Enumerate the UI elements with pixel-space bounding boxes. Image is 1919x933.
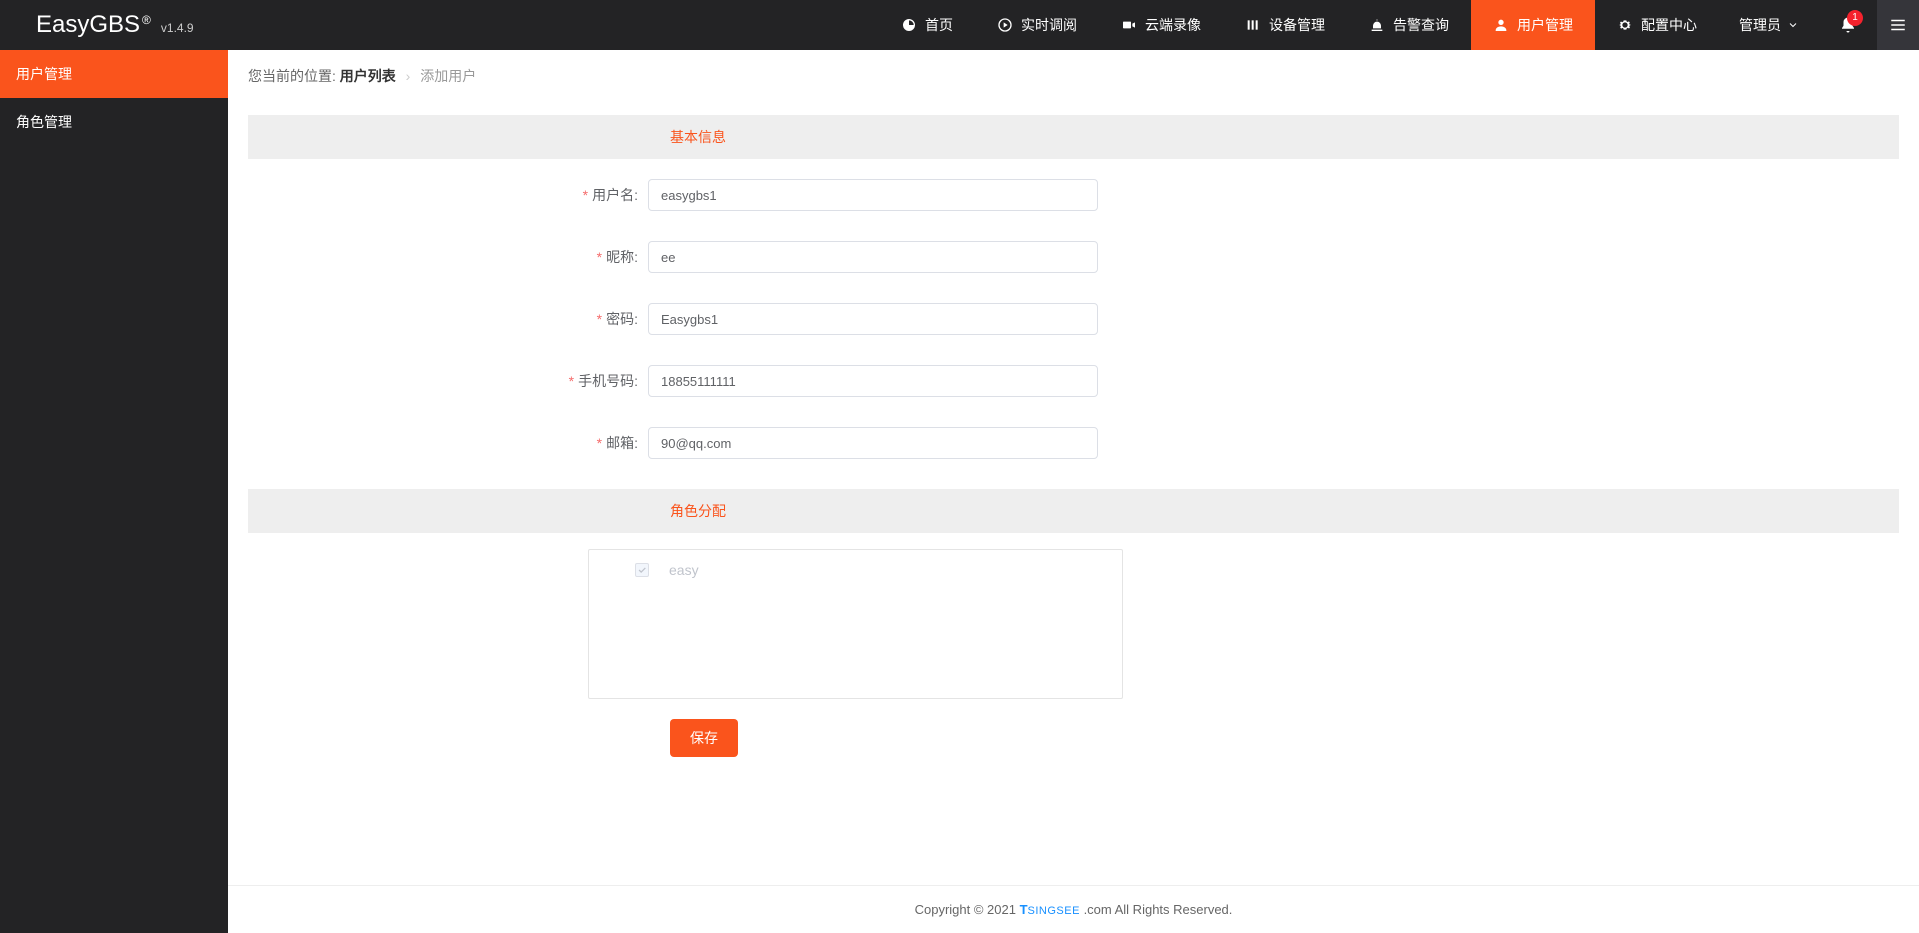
footer-copyright: Copyright © 2021 bbox=[915, 902, 1020, 917]
nav-label: 设备管理 bbox=[1269, 15, 1325, 35]
breadcrumb-link[interactable]: 用户列表 bbox=[340, 68, 396, 84]
input-nickname[interactable] bbox=[648, 241, 1098, 273]
nav-label: 告警查询 bbox=[1393, 15, 1449, 35]
nav-label: 首页 bbox=[925, 15, 953, 35]
brand-registered: ® bbox=[142, 13, 151, 27]
main: 您当前的位置: 用户列表 › 添加用户 基本信息 *用户名: *昵称: bbox=[228, 50, 1919, 933]
role-checkbox[interactable] bbox=[635, 563, 649, 577]
nav-cloud-record[interactable]: 云端录像 bbox=[1099, 0, 1223, 50]
breadcrumb-prefix: 您当前的位置: bbox=[248, 68, 336, 84]
breadcrumb-current: 添加用户 bbox=[420, 68, 476, 84]
nav-label: 实时调阅 bbox=[1021, 15, 1077, 35]
nav-home[interactable]: 首页 bbox=[879, 0, 975, 50]
section-role-head: 角色分配 bbox=[248, 489, 1899, 533]
row-email: *邮箱: bbox=[248, 427, 1899, 459]
hamburger-menu[interactable] bbox=[1877, 0, 1919, 50]
section-basic-title: 基本信息 bbox=[670, 127, 1899, 147]
breadcrumb: 您当前的位置: 用户列表 › 添加用户 bbox=[228, 50, 1919, 103]
input-email[interactable] bbox=[648, 427, 1098, 459]
brand-version: v1.4.9 bbox=[161, 21, 194, 35]
label-phone: *手机号码: bbox=[248, 371, 648, 391]
footer-brand-link[interactable]: TSINGSEE bbox=[1020, 902, 1080, 917]
header-right: 管理员 1 bbox=[1719, 0, 1919, 50]
row-password: *密码: bbox=[248, 303, 1899, 335]
top-header: EasyGBS ® v1.4.9 首页 实时调阅 云端录像 设备管理 bbox=[0, 0, 1919, 50]
input-username[interactable] bbox=[648, 179, 1098, 211]
sidebar-item-role-mgmt[interactable]: 角色管理 bbox=[0, 98, 228, 146]
footer: Copyright © 2021 TSINGSEE .com All Right… bbox=[228, 885, 1919, 933]
footer-suffix: .com All Rights Reserved. bbox=[1084, 902, 1233, 917]
role-row: easy bbox=[605, 562, 1106, 578]
top-nav: 首页 实时调阅 云端录像 设备管理 告警查询 bbox=[879, 0, 1719, 50]
nav-realtime[interactable]: 实时调阅 bbox=[975, 0, 1099, 50]
nav-config[interactable]: 配置中心 bbox=[1595, 0, 1719, 50]
label-password: *密码: bbox=[248, 309, 648, 329]
label-username: *用户名: bbox=[248, 185, 648, 205]
bars-icon bbox=[1245, 17, 1261, 33]
label-email: *邮箱: bbox=[248, 433, 648, 453]
label-nickname: *昵称: bbox=[248, 247, 648, 267]
nav-alarm[interactable]: 告警查询 bbox=[1347, 0, 1471, 50]
input-phone[interactable] bbox=[648, 365, 1098, 397]
section-basic-head: 基本信息 bbox=[248, 115, 1899, 159]
row-phone: *手机号码: bbox=[248, 365, 1899, 397]
video-icon bbox=[1121, 17, 1137, 33]
admin-label: 管理员 bbox=[1739, 15, 1781, 35]
dashboard-icon bbox=[901, 17, 917, 33]
form-panel: 基本信息 *用户名: *昵称: *密码: *手机号码: bbox=[248, 115, 1899, 757]
nav-device[interactable]: 设备管理 bbox=[1223, 0, 1347, 50]
sidebar: 用户管理 角色管理 bbox=[0, 50, 228, 933]
brand-name: EasyGBS bbox=[36, 11, 140, 39]
role-label: easy bbox=[669, 562, 699, 578]
menu-icon bbox=[1889, 16, 1907, 34]
input-password[interactable] bbox=[648, 303, 1098, 335]
check-icon bbox=[637, 565, 647, 575]
nav-label: 云端录像 bbox=[1145, 15, 1201, 35]
sidebar-item-label: 用户管理 bbox=[16, 66, 72, 82]
content: 基本信息 *用户名: *昵称: *密码: *手机号码: bbox=[228, 103, 1919, 885]
nav-user[interactable]: 用户管理 bbox=[1471, 0, 1595, 50]
play-icon bbox=[997, 17, 1013, 33]
user-icon bbox=[1493, 17, 1509, 33]
row-username: *用户名: bbox=[248, 179, 1899, 211]
role-list[interactable]: easy bbox=[588, 549, 1123, 699]
notification-bell[interactable]: 1 bbox=[1819, 0, 1877, 50]
brand: EasyGBS ® v1.4.9 bbox=[0, 11, 230, 39]
notification-badge: 1 bbox=[1847, 10, 1863, 26]
save-button[interactable]: 保存 bbox=[670, 719, 738, 757]
admin-dropdown[interactable]: 管理员 bbox=[1719, 0, 1819, 50]
chevron-down-icon bbox=[1787, 19, 1799, 31]
row-nickname: *昵称: bbox=[248, 241, 1899, 273]
nav-label: 配置中心 bbox=[1641, 15, 1697, 35]
nav-label: 用户管理 bbox=[1517, 15, 1573, 35]
breadcrumb-sep: › bbox=[406, 68, 411, 84]
alert-icon bbox=[1369, 17, 1385, 33]
sidebar-item-label: 角色管理 bbox=[16, 114, 72, 130]
section-role-title: 角色分配 bbox=[670, 501, 1899, 521]
sidebar-item-user-mgmt[interactable]: 用户管理 bbox=[0, 50, 228, 98]
body: 用户管理 角色管理 您当前的位置: 用户列表 › 添加用户 基本信息 *用户名: bbox=[0, 50, 1919, 933]
role-wrap: easy bbox=[248, 549, 1899, 699]
gear-icon bbox=[1617, 17, 1633, 33]
